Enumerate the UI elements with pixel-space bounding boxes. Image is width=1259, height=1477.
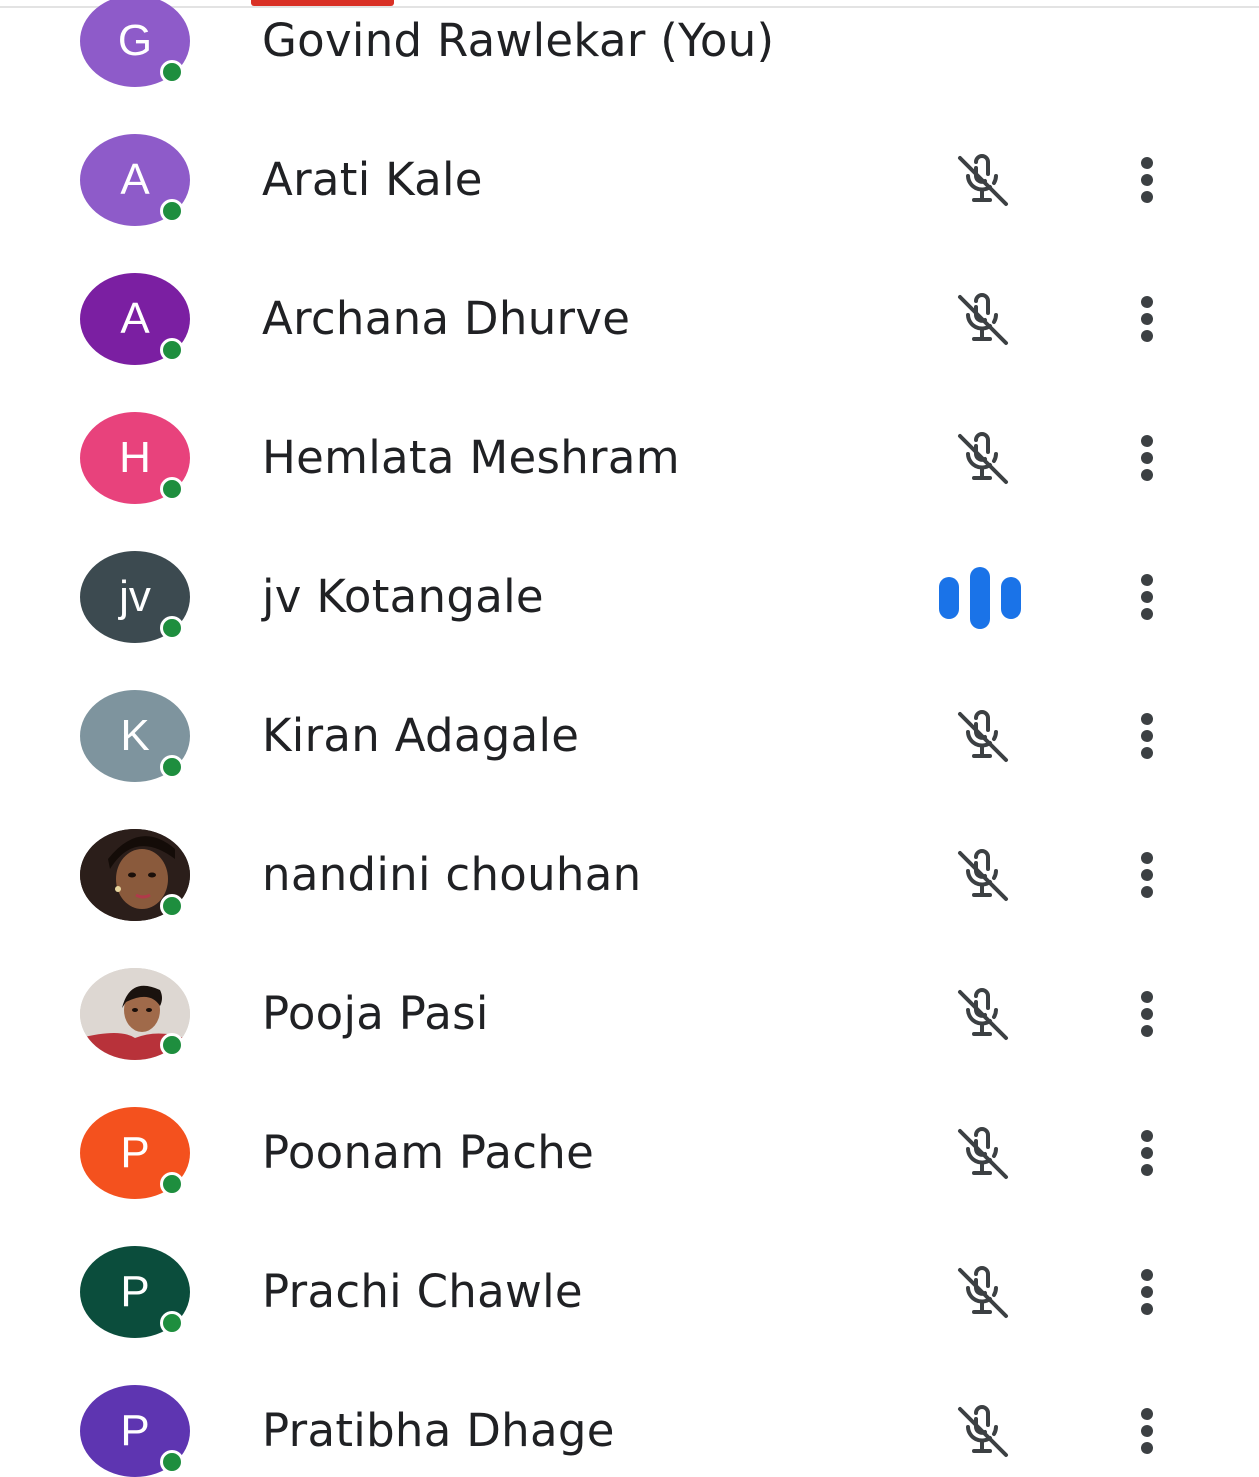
- participant-name: Pratibha Dhage: [262, 1404, 615, 1457]
- participant-row[interactable]: A Arati Kale: [0, 41, 1259, 226]
- participant-row[interactable]: G Govind Rawlekar (You): [0, 0, 1259, 87]
- avatar-initial: P: [120, 1406, 150, 1455]
- avatar: P: [80, 1385, 190, 1477]
- mic-off-icon: [936, 1399, 1026, 1463]
- participant-row[interactable]: Pooja Pasi: [0, 875, 1259, 1060]
- participant-row[interactable]: P Pratibha Dhage: [0, 1292, 1259, 1477]
- participant-row[interactable]: K Kiran Adagale: [0, 597, 1259, 782]
- participant-row[interactable]: A Archana Dhurve: [0, 180, 1259, 365]
- participant-row[interactable]: nandini chouhan: [0, 736, 1259, 921]
- participant-row[interactable]: H Hemlata Meshram: [0, 319, 1259, 504]
- more-vert-icon[interactable]: [1117, 1399, 1177, 1463]
- participant-row[interactable]: P Poonam Pache: [0, 1014, 1259, 1199]
- participant-row[interactable]: jv jv Kotangale: [0, 458, 1259, 643]
- online-status-dot: [160, 1450, 184, 1474]
- participant-row[interactable]: P Prachi Chawle: [0, 1153, 1259, 1338]
- participant-list: G Govind Rawlekar (You) A Arati Kale A Archa…: [0, 0, 1259, 1477]
